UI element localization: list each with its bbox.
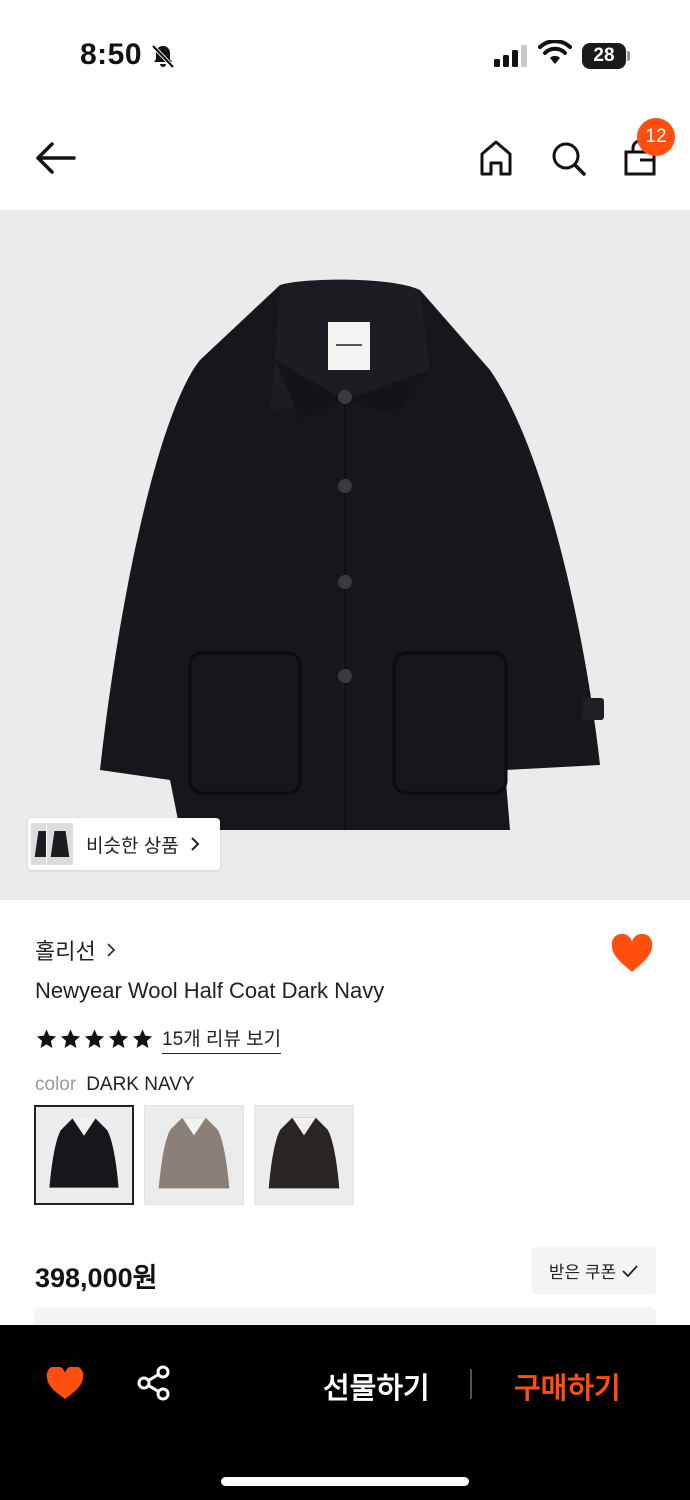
- color-swatch-dark-brown[interactable]: [254, 1105, 354, 1205]
- check-icon: [622, 1264, 638, 1277]
- heart-like-icon[interactable]: [610, 934, 654, 974]
- battery-indicator: 28: [582, 43, 630, 69]
- color-swatches: [34, 1105, 354, 1205]
- star-icon: [84, 1029, 105, 1048]
- similar-products-button[interactable]: 비슷한 상품: [28, 818, 220, 870]
- search-icon[interactable]: [548, 136, 588, 180]
- swatch-coat-thumbnail: [158, 1117, 230, 1189]
- battery-cap: [627, 51, 630, 61]
- color-label: color: [35, 1074, 77, 1095]
- review-link[interactable]: 15개 리뷰 보기: [162, 1024, 282, 1054]
- coupon-button[interactable]: 받은 쿠폰: [531, 1247, 656, 1294]
- status-time: 8:50: [80, 38, 143, 71]
- battery-level: 28: [582, 43, 626, 69]
- coat-illustration: [100, 279, 604, 830]
- heart-icon[interactable]: [46, 1367, 84, 1401]
- similar-thumbnail: [46, 822, 74, 866]
- chevron-right-icon: [107, 943, 116, 957]
- color-swatch-dark-navy[interactable]: [34, 1105, 134, 1205]
- swatch-coat-thumbnail: [49, 1118, 119, 1188]
- gift-button[interactable]: 선물하기: [323, 1365, 430, 1407]
- signal-icon: [494, 45, 527, 67]
- similar-thumbnails: [28, 818, 82, 870]
- home-icon[interactable]: [476, 136, 516, 180]
- brand-link[interactable]: 홀리선: [35, 934, 116, 966]
- product-price: 398,000원: [35, 1263, 158, 1293]
- product-title: Newyear Wool Half Coat Dark Navy: [35, 978, 385, 1003]
- coupon-label: 받은 쿠폰: [548, 1263, 617, 1282]
- similar-products-label: 비슷한 상품: [86, 835, 179, 857]
- swatch-coat-thumbnail: [268, 1117, 340, 1189]
- cart-count-badge: 12: [637, 118, 675, 156]
- star-icon: [60, 1029, 81, 1048]
- divider: [470, 1369, 472, 1399]
- color-row: color DARK NAVY: [35, 1074, 195, 1096]
- star-icon: [108, 1029, 129, 1048]
- color-swatch-taupe[interactable]: [144, 1105, 244, 1205]
- product-image[interactable]: 비슷한 상품: [0, 210, 690, 900]
- bell-muted-icon: [151, 44, 175, 69]
- back-arrow-icon[interactable]: [30, 138, 78, 178]
- buy-button[interactable]: 구매하기: [514, 1365, 621, 1407]
- color-value: DARK NAVY: [86, 1074, 195, 1095]
- star-icon: [132, 1029, 153, 1048]
- chevron-right-icon: [190, 837, 200, 851]
- share-icon[interactable]: [136, 1365, 172, 1401]
- rating-row: 15개 리뷰 보기: [35, 1024, 282, 1054]
- bottom-action-bar: 선물하기 구매하기: [0, 1325, 690, 1500]
- top-nav: 12: [0, 110, 690, 210]
- home-indicator: [221, 1477, 469, 1486]
- wifi-icon: [538, 40, 572, 64]
- brand-name: 홀리선: [35, 939, 96, 964]
- star-rating: [35, 1028, 154, 1050]
- star-icon: [36, 1029, 57, 1048]
- status-bar: 8:50 28: [0, 0, 690, 110]
